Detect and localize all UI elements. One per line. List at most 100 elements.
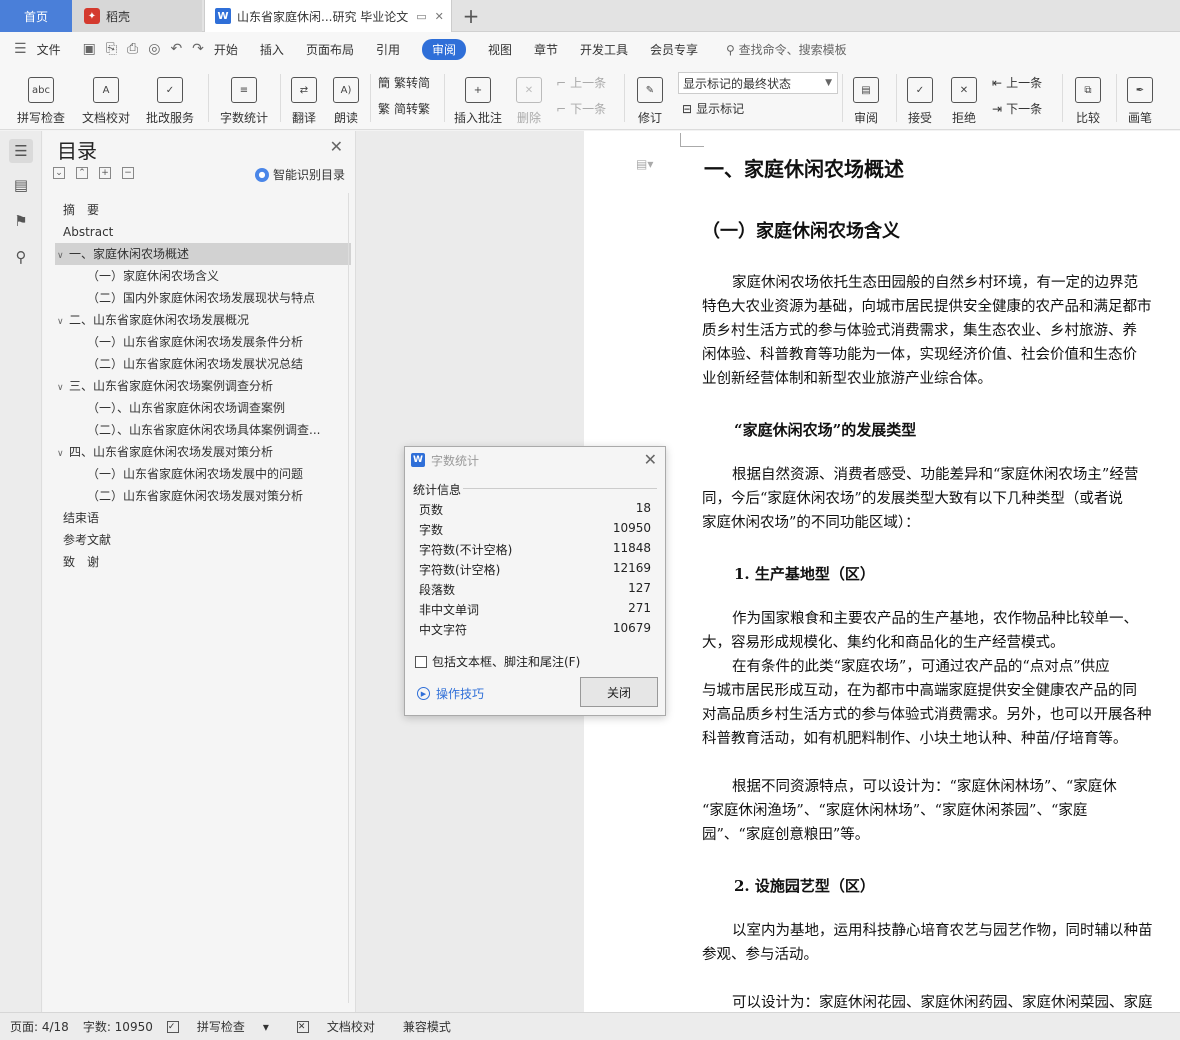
document-page[interactable]: ▤▾ 一、家庭休闲农场概述 （一）家庭休闲农场含义 家庭休闲农场依托生态田园般的… <box>584 131 1180 1012</box>
toc-item[interactable]: 摘 要 <box>55 199 351 221</box>
undo-icon[interactable]: ↶ <box>170 41 182 57</box>
show-markup-label: 显示标记 <box>696 102 745 116</box>
menu-reference[interactable]: 引用 <box>376 41 400 58</box>
toc-item[interactable]: （二）山东省家庭休闲农场发展状况总结 <box>55 353 351 375</box>
track-changes-button[interactable]: ✎ 修订 <box>630 70 670 126</box>
toc-item[interactable]: 参考文献 <box>55 529 351 551</box>
close-button[interactable]: 关闭 <box>580 677 658 707</box>
page-indicator[interactable]: 页面: 4/18 <box>10 1018 69 1035</box>
toc-pane-icon[interactable]: ☰ <box>9 139 33 163</box>
bookmark-icon[interactable]: ⚑ <box>9 209 33 233</box>
compare-button[interactable]: ⧉ 比较 <box>1068 70 1108 126</box>
toc-item[interactable]: 结束语 <box>55 507 351 529</box>
toc-item[interactable]: （一）山东省家庭休闲农场发展条件分析 <box>55 331 351 353</box>
simp-to-trad-button[interactable]: 繁简转繁 <box>378 100 430 117</box>
menu-chapter[interactable]: 章节 <box>534 41 558 58</box>
redo-icon[interactable]: ↷ <box>192 41 204 57</box>
paragraph: 作为国家粮食和主要农产品的生产基地，农作物品种比较单一、 大，容易形成规模化、集约… <box>702 607 1180 751</box>
review-pane-button[interactable]: ▤ 审阅 <box>848 70 884 126</box>
show-markup-icon: ⊟ <box>682 101 693 116</box>
trad-to-simp-button[interactable]: 簡繁转简 <box>378 74 430 91</box>
close-icon[interactable]: ✕ <box>330 137 343 156</box>
toc-item[interactable]: （二）、山东省家庭休闲农场具体案例调查... <box>55 419 351 441</box>
menu-layout[interactable]: 页面布局 <box>306 41 354 58</box>
collapse-all-icon[interactable]: ⌃ <box>76 167 88 179</box>
accept-button[interactable]: ✓ 接受 <box>902 70 938 126</box>
toc-item-label: 参考文献 <box>63 533 112 547</box>
doc-proof-status[interactable]: ✕ 文档校对 <box>296 1018 389 1035</box>
search-icon[interactable]: ⚲ <box>9 245 33 269</box>
batch-service-button[interactable]: ✓ 批改服务 <box>140 70 200 126</box>
toc-item[interactable]: ∨ 一、家庭休闲农场概述 <box>55 243 351 265</box>
menu-insert[interactable]: 插入 <box>260 41 284 58</box>
new-tab-button[interactable]: + <box>458 0 484 32</box>
heading-3: 2. 设施园艺型（区） <box>734 877 875 895</box>
toc-item[interactable]: ∨ 二、山东省家庭休闲农场发展概况 <box>55 309 351 331</box>
word-count-button[interactable]: ≡ 字数统计 <box>216 70 272 126</box>
chevron-down-icon[interactable]: ∨ <box>57 443 69 463</box>
markup-state-select[interactable]: 显示标记的最终状态 ▼ <box>678 72 838 94</box>
toc-item[interactable]: ∨ 三、山东省家庭休闲农场案例调查分析 <box>55 375 351 397</box>
read-aloud-button[interactable]: A) 朗读 <box>328 70 364 126</box>
close-icon[interactable]: ✕ <box>435 10 444 23</box>
toc-item-label: 三、山东省家庭休闲农场案例调查分析 <box>69 379 274 393</box>
toc-scrollbar[interactable] <box>348 193 349 1003</box>
toc-item[interactable]: ∨ 四、山东省家庭休闲农场发展对策分析 <box>55 441 351 463</box>
next-comment-button[interactable]: ⌐ 下一条 <box>556 100 606 117</box>
export-icon[interactable]: ⎘ <box>106 41 117 57</box>
delete-comment-button[interactable]: ✕ 删除 <box>510 70 548 126</box>
toc-item[interactable]: （一）家庭休闲农场含义 <box>55 265 351 287</box>
monitor-icon[interactable]: ▭ <box>416 10 426 23</box>
chevron-down-icon[interactable]: ∨ <box>57 377 69 397</box>
track-changes-icon: ✎ <box>637 77 663 103</box>
tips-link[interactable]: ▶ 操作技巧 <box>417 685 484 702</box>
plus-icon[interactable]: + <box>99 167 111 179</box>
menu-review[interactable]: 审阅 <box>421 38 466 60</box>
word-count-indicator[interactable]: 字数: 10950 <box>83 1018 153 1035</box>
save-icon[interactable]: ▣ <box>83 41 96 57</box>
prev-comment-icon: ⌐ <box>556 75 567 90</box>
chevron-down-icon[interactable]: ∨ <box>57 311 69 331</box>
toc-item-label: （一）家庭休闲农场含义 <box>87 269 220 283</box>
prev-change-button[interactable]: ⇤ 上一条 <box>992 74 1042 91</box>
toc-item[interactable]: （一）、山东省家庭休闲农场调查案例 <box>55 397 351 419</box>
paragraph-line: 家庭休闲农场”的不同功能区域）： <box>702 515 920 531</box>
hamburger-icon[interactable]: ☰ <box>14 41 27 57</box>
chevron-down-icon[interactable]: ∨ <box>57 245 69 265</box>
tab-wps[interactable]: ✦ 稻壳 <box>72 0 202 32</box>
reject-button[interactable]: ✕ 拒绝 <box>946 70 982 126</box>
menu-file[interactable]: 文件 <box>37 41 61 58</box>
spell-check-toggle[interactable]: ✓ 拼写检查 ▾ <box>166 1018 283 1035</box>
expand-all-icon[interactable]: ⌄ <box>53 167 65 179</box>
stats-value: 10950 <box>612 521 651 535</box>
toc-item[interactable]: （一）山东省家庭休闲农场发展中的问题 <box>55 463 351 485</box>
smart-toc-button[interactable]: ● 智能识别目录 <box>254 166 345 183</box>
menu-view[interactable]: 视图 <box>488 41 512 58</box>
preview-icon[interactable]: ◎ <box>148 41 160 57</box>
toc-item[interactable]: 致 谢 <box>55 551 351 573</box>
toc-item[interactable]: （二）国内外家庭休闲农场发展现状与特点 <box>55 287 351 309</box>
menu-developer[interactable]: 开发工具 <box>580 41 628 58</box>
menu-member[interactable]: 会员专享 <box>650 41 698 58</box>
prev-comment-button[interactable]: ⌐ 上一条 <box>556 74 606 91</box>
menu-start[interactable]: 开始 <box>214 41 238 58</box>
tab-home[interactable]: 首页 <box>0 0 72 32</box>
pen-button[interactable]: ✒ 画笔 <box>1122 70 1158 126</box>
page-options-icon[interactable]: ▤▾ <box>636 157 653 171</box>
insert-comment-button[interactable]: + 插入批注 <box>452 70 504 126</box>
show-markup-button[interactable]: ⊟ 显示标记 <box>682 100 744 117</box>
print-icon[interactable]: ⎙ <box>127 41 138 57</box>
translate-button[interactable]: ⇄ 翻译 <box>286 70 322 126</box>
command-search[interactable]: ⚲ 查找命令、搜索模板 <box>726 41 847 58</box>
doc-proof-button[interactable]: A 文档校对 <box>78 70 134 126</box>
play-icon: ▶ <box>417 687 430 700</box>
spell-check-button[interactable]: abc 拼写检查 <box>10 70 72 126</box>
close-icon[interactable]: ✕ <box>644 450 657 469</box>
toc-item[interactable]: （二）山东省家庭休闲农场发展对策分析 <box>55 485 351 507</box>
tab-document[interactable]: W 山东省家庭休闲...研究 毕业论文 ▭ ✕ <box>204 0 452 32</box>
toc-item[interactable]: Abstract <box>55 221 351 243</box>
include-footnotes-checkbox[interactable]: 包括文本框、脚注和尾注(F) <box>415 653 580 670</box>
chapter-icon[interactable]: ▤ <box>9 173 33 197</box>
minus-icon[interactable]: − <box>122 167 134 179</box>
next-change-button[interactable]: ⇥ 下一条 <box>992 100 1042 117</box>
